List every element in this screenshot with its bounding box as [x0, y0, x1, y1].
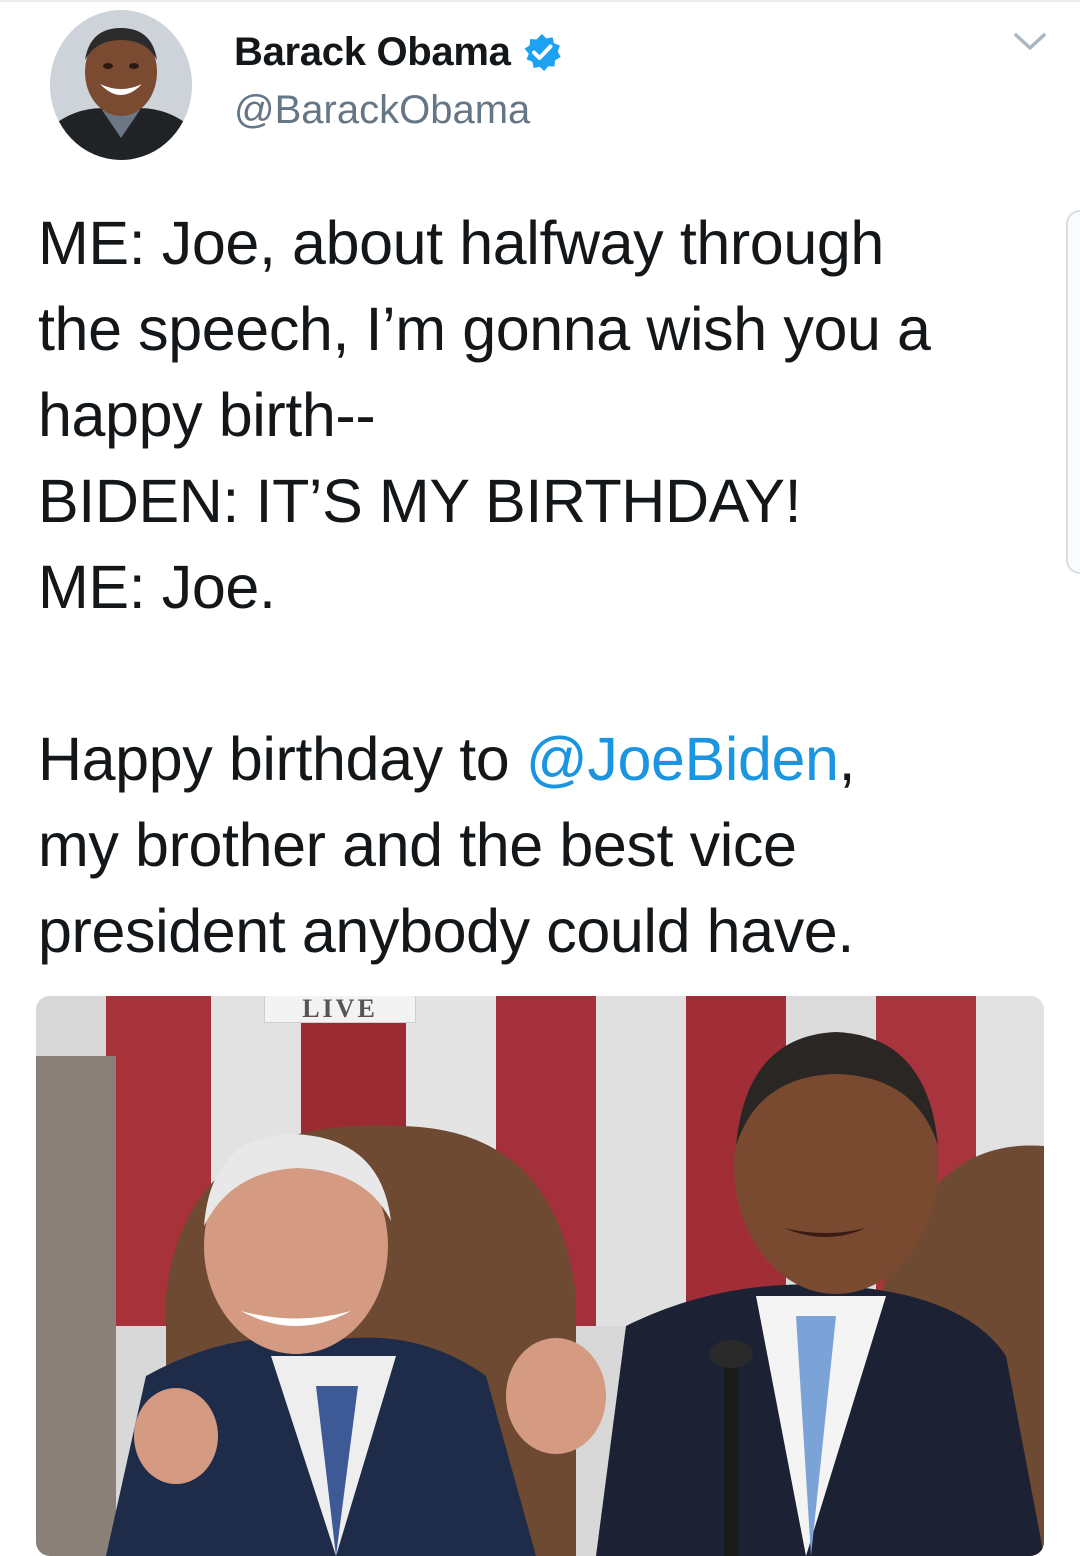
author-name-row[interactable]: Barack Obama: [234, 26, 561, 78]
scrollbar-edge[interactable]: [1066, 210, 1080, 574]
tweet-line: ME: Joe, about halfway through: [38, 209, 884, 277]
closing-prefix: Happy birthday to: [38, 725, 526, 793]
mention-link[interactable]: @JoeBiden: [526, 725, 839, 793]
tweet-line: the speech, I’m gonna wish you a: [38, 295, 931, 363]
top-divider: [0, 0, 1080, 2]
tweet-line: BIDEN: IT’S MY BIRTHDAY!: [38, 467, 802, 535]
verified-badge-icon: [523, 33, 561, 71]
tweet-line: president anybody could have.: [38, 897, 854, 965]
closing-suffix: ,: [838, 725, 856, 793]
tweet-line: my brother and the best vice: [38, 811, 797, 879]
chevron-down-icon[interactable]: [1010, 30, 1050, 54]
author-avatar[interactable]: [50, 10, 192, 160]
tweet-line: happy birth--: [38, 381, 376, 449]
author-handle[interactable]: @BarackObama: [234, 88, 530, 133]
tweet-media-gif[interactable]: LIVE: [36, 996, 1044, 1556]
tweet-text: ME: Joe, about halfway through the speec…: [38, 200, 1048, 974]
live-badge: LIVE: [264, 996, 416, 1023]
author-display-name[interactable]: Barack Obama: [234, 30, 511, 75]
tweet-line: ME: Joe.: [38, 553, 276, 621]
tweet-line: Happy birthday to @JoeBiden,: [38, 716, 1048, 802]
